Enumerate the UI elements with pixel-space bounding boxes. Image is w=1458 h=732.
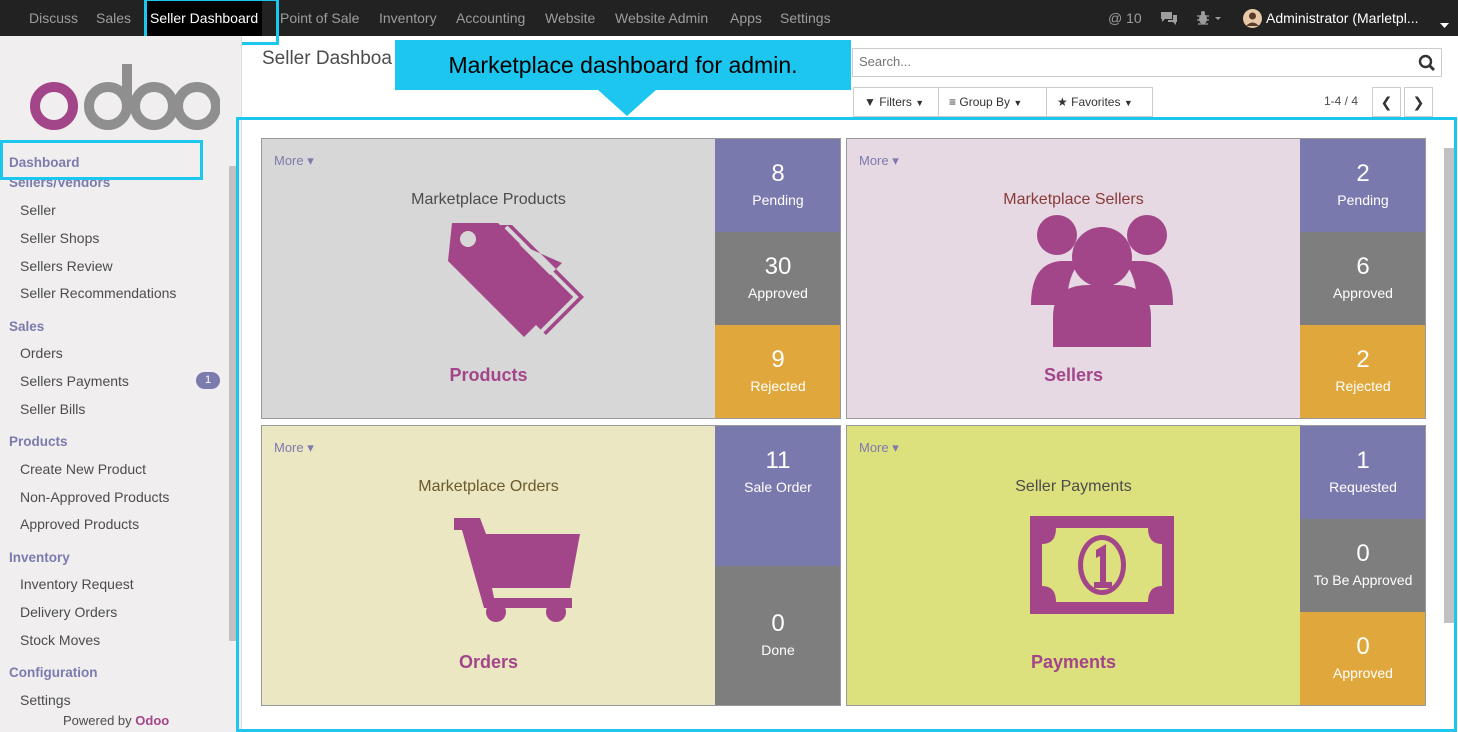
sidebar-item-settings[interactable]: Settings [20,692,71,708]
caret-down-icon: ▼ [915,98,925,108]
nav-sales[interactable]: Sales [96,0,131,36]
mentions-counter[interactable]: @ 10 [1108,0,1142,36]
nav-website-admin[interactable]: Website Admin [615,0,708,36]
avatar[interactable] [1243,9,1262,31]
tile-name[interactable]: Orders [262,652,715,673]
sellers-payments-badge: 1 [196,372,220,389]
tile-products-body[interactable]: More ▾ Marketplace Products Products [262,139,715,418]
nav-discuss[interactable]: Discuss [29,0,78,36]
chevron-right-icon: ❯ [1412,94,1425,110]
chat-icon[interactable] [1160,10,1178,29]
tile-title: Marketplace Orders [418,478,559,495]
stat-approved[interactable]: 30 Approved [715,232,840,325]
search-icon[interactable] [1417,53,1437,73]
sidebar-item-dashboard[interactable]: Dashboard [9,155,80,170]
tile-orders-body[interactable]: More ▾ Marketplace Orders Orders [262,426,715,705]
stat-rejected[interactable]: 9 Rejected [715,325,840,418]
sidebar-item-seller-bills[interactable]: Seller Bills [20,401,85,417]
tag-icon [448,223,584,337]
stat-to-be-approved[interactable]: 0 To Be Approved [1300,519,1425,612]
stat-pending[interactable]: 8 Pending [715,139,840,232]
sidebar-item-seller[interactable]: Seller [20,202,56,218]
stat-pending[interactable]: 2 Pending [1300,139,1425,232]
favorites-button[interactable]: ★ Favorites ▼ [1046,87,1153,117]
stat-rejected[interactable]: 2 Rejected [1300,325,1425,418]
sidebar-item-sellers-payments[interactable]: Sellers Payments [20,373,129,389]
nav-point-of-sale[interactable]: Point of Sale [280,0,359,36]
tile-name[interactable]: Sellers [847,365,1300,386]
tile-payments-body[interactable]: More ▾ Seller Payments Payments [847,426,1300,705]
tile-sellers: More ▾ Marketplace Sellers Sellers 2 Pend… [846,138,1426,419]
main-scrollbar[interactable] [1444,148,1454,623]
more-dropdown[interactable]: More ▾ [274,153,314,169]
tile-title: Marketplace Sellers [1003,191,1144,208]
search-box[interactable] [852,48,1442,77]
sidebar-item-create-new-product[interactable]: Create New Product [20,461,146,477]
sidebar-scrollbar[interactable] [229,166,239,641]
breadcrumb: Seller Dashboa [262,48,392,69]
search-input[interactable] [859,54,1399,69]
tile-products: More ▾ Marketplace Products Products 8 Pe… [261,138,841,419]
group-by-button[interactable]: ≡ Group By ▼ [938,87,1047,117]
caret-down-icon: ▼ [1123,98,1133,108]
pager-value: 1-4 / 4 [1324,94,1359,108]
sidebar-item-non-approved-products[interactable]: Non-Approved Products [20,489,169,505]
stat-sale-order[interactable]: 11 Sale Order [715,426,840,566]
sidebar-item-stock-moves[interactable]: Stock Moves [20,632,100,648]
filter-icon: ▼ [864,95,876,109]
sidebar-item-approved-products[interactable]: Approved Products [20,516,139,532]
tile-sellers-body[interactable]: More ▾ Marketplace Sellers Sellers [847,139,1300,418]
money-bill-icon [1030,516,1174,614]
nav-accounting[interactable]: Accounting [456,0,525,36]
sidebar: Dashboard Sellers/Vendors Seller Seller … [0,36,242,732]
stat-requested[interactable]: 1 Requested [1300,426,1425,519]
callout-arrow [597,89,657,116]
filters-button[interactable]: ▼ Filters ▼ [853,87,939,117]
chevron-down-icon[interactable] [1440,16,1449,31]
sidebar-heading-configuration[interactable]: Configuration [9,665,97,680]
odoo-logo [30,64,220,130]
sidebar-item-seller-recommendations[interactable]: Seller Recommendations [20,285,176,301]
users-icon [1031,215,1173,347]
tile-payments: More ▾ Seller Payments Payments 1 Request… [846,425,1426,706]
stat-approved[interactable]: 6 Approved [1300,232,1425,325]
top-navbar: Discuss Sales Seller Dashboard Point of … [0,0,1458,36]
nav-seller-dashboard[interactable]: Seller Dashboard [146,0,263,36]
odoo-brand-link[interactable]: Odoo [135,713,169,728]
stat-approved[interactable]: 0 Approved [1300,612,1425,705]
debug-bug-icon[interactable] [1196,10,1222,29]
tile-title: Seller Payments [1015,478,1132,495]
nav-apps[interactable]: Apps [730,0,762,36]
sidebar-item-delivery-orders[interactable]: Delivery Orders [20,604,117,620]
sidebar-item-inventory-request[interactable]: Inventory Request [20,576,134,592]
tile-orders: More ▾ Marketplace Orders Orders 11 Sale … [261,425,841,706]
caret-down-icon: ▼ [1013,98,1023,108]
stat-done[interactable]: 0 Done [715,566,840,705]
sidebar-heading-sellers-vendors[interactable]: Sellers/Vendors [9,175,110,190]
chevron-left-icon: ❮ [1380,94,1393,110]
more-dropdown[interactable]: More ▾ [859,153,899,169]
sidebar-heading-sales[interactable]: Sales [9,319,44,334]
nav-website[interactable]: Website [545,0,595,36]
list-icon: ≡ [949,95,957,109]
more-dropdown[interactable]: More ▾ [859,440,899,456]
shopping-cart-icon [454,518,580,622]
more-dropdown[interactable]: More ▾ [274,440,314,456]
sidebar-item-seller-shops[interactable]: Seller Shops [20,230,99,246]
tile-name[interactable]: Products [262,365,715,386]
powered-by: Powered by Odoo [63,713,170,728]
nav-inventory[interactable]: Inventory [379,0,437,36]
sidebar-item-sellers-review[interactable]: Sellers Review [20,258,113,274]
pager-previous-button[interactable]: ❮ [1372,87,1401,117]
star-icon: ★ [1057,95,1068,109]
sidebar-heading-products[interactable]: Products [9,434,68,449]
nav-settings[interactable]: Settings [780,0,831,36]
tile-title: Marketplace Products [411,191,566,208]
sidebar-heading-inventory[interactable]: Inventory [9,550,70,565]
sidebar-item-orders[interactable]: Orders [20,345,63,361]
user-menu[interactable]: Administrator (Marletpl... [1266,0,1418,36]
annotation-callout: Marketplace dashboard for admin. [395,40,851,90]
tile-name[interactable]: Payments [847,652,1300,673]
pager-next-button[interactable]: ❯ [1404,87,1433,117]
